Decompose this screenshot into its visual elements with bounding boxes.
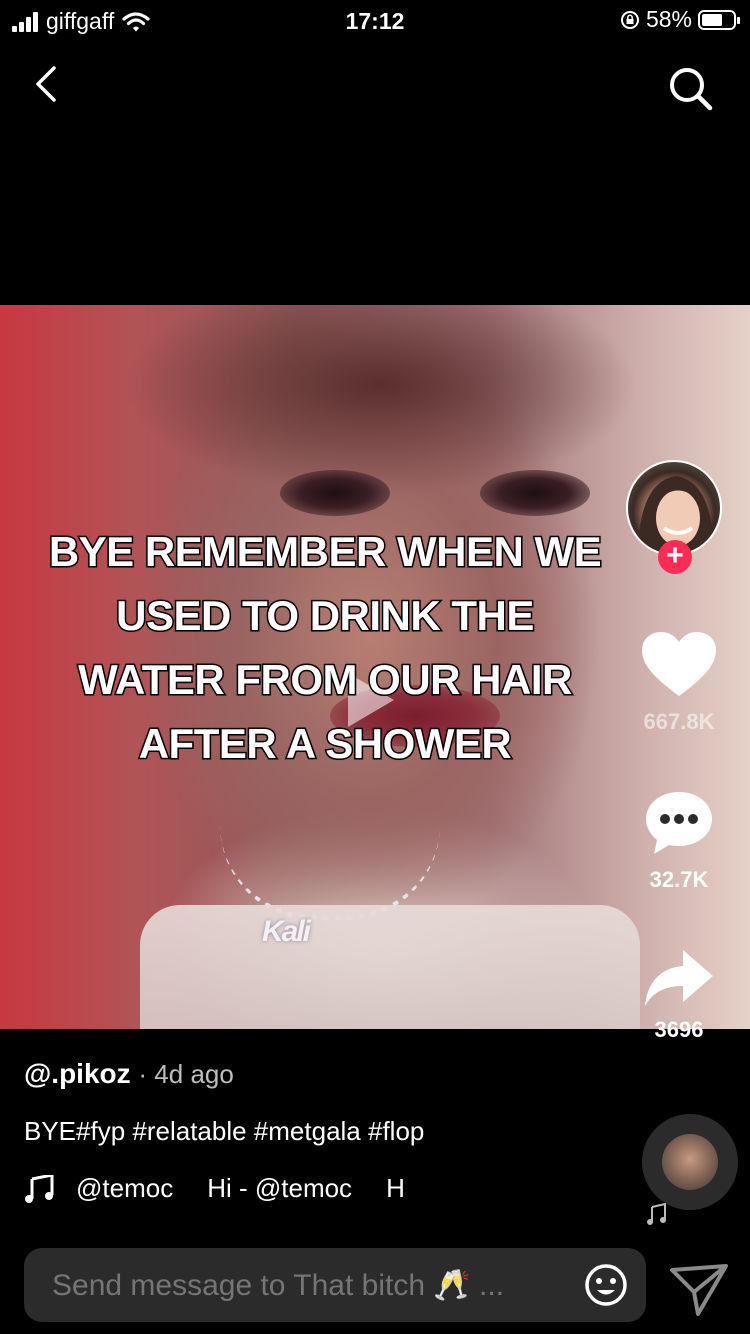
- send-icon: [670, 1264, 728, 1316]
- author-line: @.pikoz · 4d ago: [24, 1058, 624, 1090]
- comment-button[interactable]: 32.7K: [620, 788, 738, 893]
- like-button[interactable]: 667.8K: [620, 630, 738, 735]
- post-time: · 4d ago: [138, 1059, 234, 1089]
- status-bar: giffgaff 17:12 58%: [0, 0, 750, 44]
- search-button[interactable]: [666, 64, 714, 112]
- music-part: Hi - @temoc: [207, 1173, 353, 1203]
- search-icon: [670, 68, 713, 111]
- chevron-left-icon: [36, 66, 56, 102]
- music-title: @temoc Hi - @temoc H: [76, 1173, 456, 1204]
- heart-icon: [642, 632, 716, 696]
- necklace-pendant: Kali: [262, 915, 311, 948]
- share-count: 3696: [654, 1017, 704, 1042]
- video-eye-right: [480, 470, 590, 516]
- music-disc[interactable]: [642, 1114, 738, 1210]
- video-hair: [120, 305, 640, 495]
- comment-count: 32.7K: [649, 867, 709, 892]
- share-button[interactable]: 3696: [620, 948, 738, 1043]
- battery-icon: [698, 9, 740, 30]
- share-arrow-icon: [645, 950, 713, 1006]
- send-button[interactable]: [668, 1258, 730, 1320]
- overlay-line: USED TO DRINK THE: [115, 591, 536, 641]
- overlay-line: WATER FROM OUR HAIR: [77, 655, 574, 705]
- floating-note-icon: [647, 1203, 666, 1225]
- post-caption[interactable]: BYE#fyp #relatable #metgala #flop: [24, 1116, 624, 1147]
- music-part: @temoc: [76, 1173, 174, 1203]
- post-info: @.pikoz · 4d ago BYE#fyp #relatable #met…: [24, 1058, 624, 1204]
- message-composer: [24, 1248, 646, 1324]
- like-count: 667.8K: [643, 709, 715, 734]
- back-button[interactable]: [28, 64, 68, 104]
- video-text-overlay: BYE REMEMBER WHEN WE USED TO DRINK THE W…: [0, 520, 650, 776]
- overlay-line: AFTER A SHOWER: [137, 719, 513, 769]
- status-right: 58%: [620, 6, 740, 33]
- emoji-button[interactable]: [584, 1263, 628, 1307]
- message-input[interactable]: [50, 1248, 554, 1324]
- music-disc-cover: [662, 1134, 718, 1190]
- video-eye-left: [280, 470, 390, 516]
- music-line[interactable]: @temoc Hi - @temoc H: [24, 1173, 624, 1204]
- emoji-icon: [585, 1264, 627, 1306]
- author-username[interactable]: @.pikoz: [24, 1058, 131, 1089]
- battery-percent: 58%: [645, 6, 692, 32]
- music-note-icon: [25, 1174, 54, 1203]
- video-top: [140, 905, 640, 1029]
- music-part: H: [386, 1173, 405, 1203]
- rotation-lock-icon: [620, 10, 639, 29]
- follow-button[interactable]: +: [658, 540, 692, 574]
- top-nav: [0, 50, 750, 120]
- overlay-line: BYE REMEMBER WHEN WE: [47, 527, 603, 577]
- comment-icon: [646, 792, 712, 854]
